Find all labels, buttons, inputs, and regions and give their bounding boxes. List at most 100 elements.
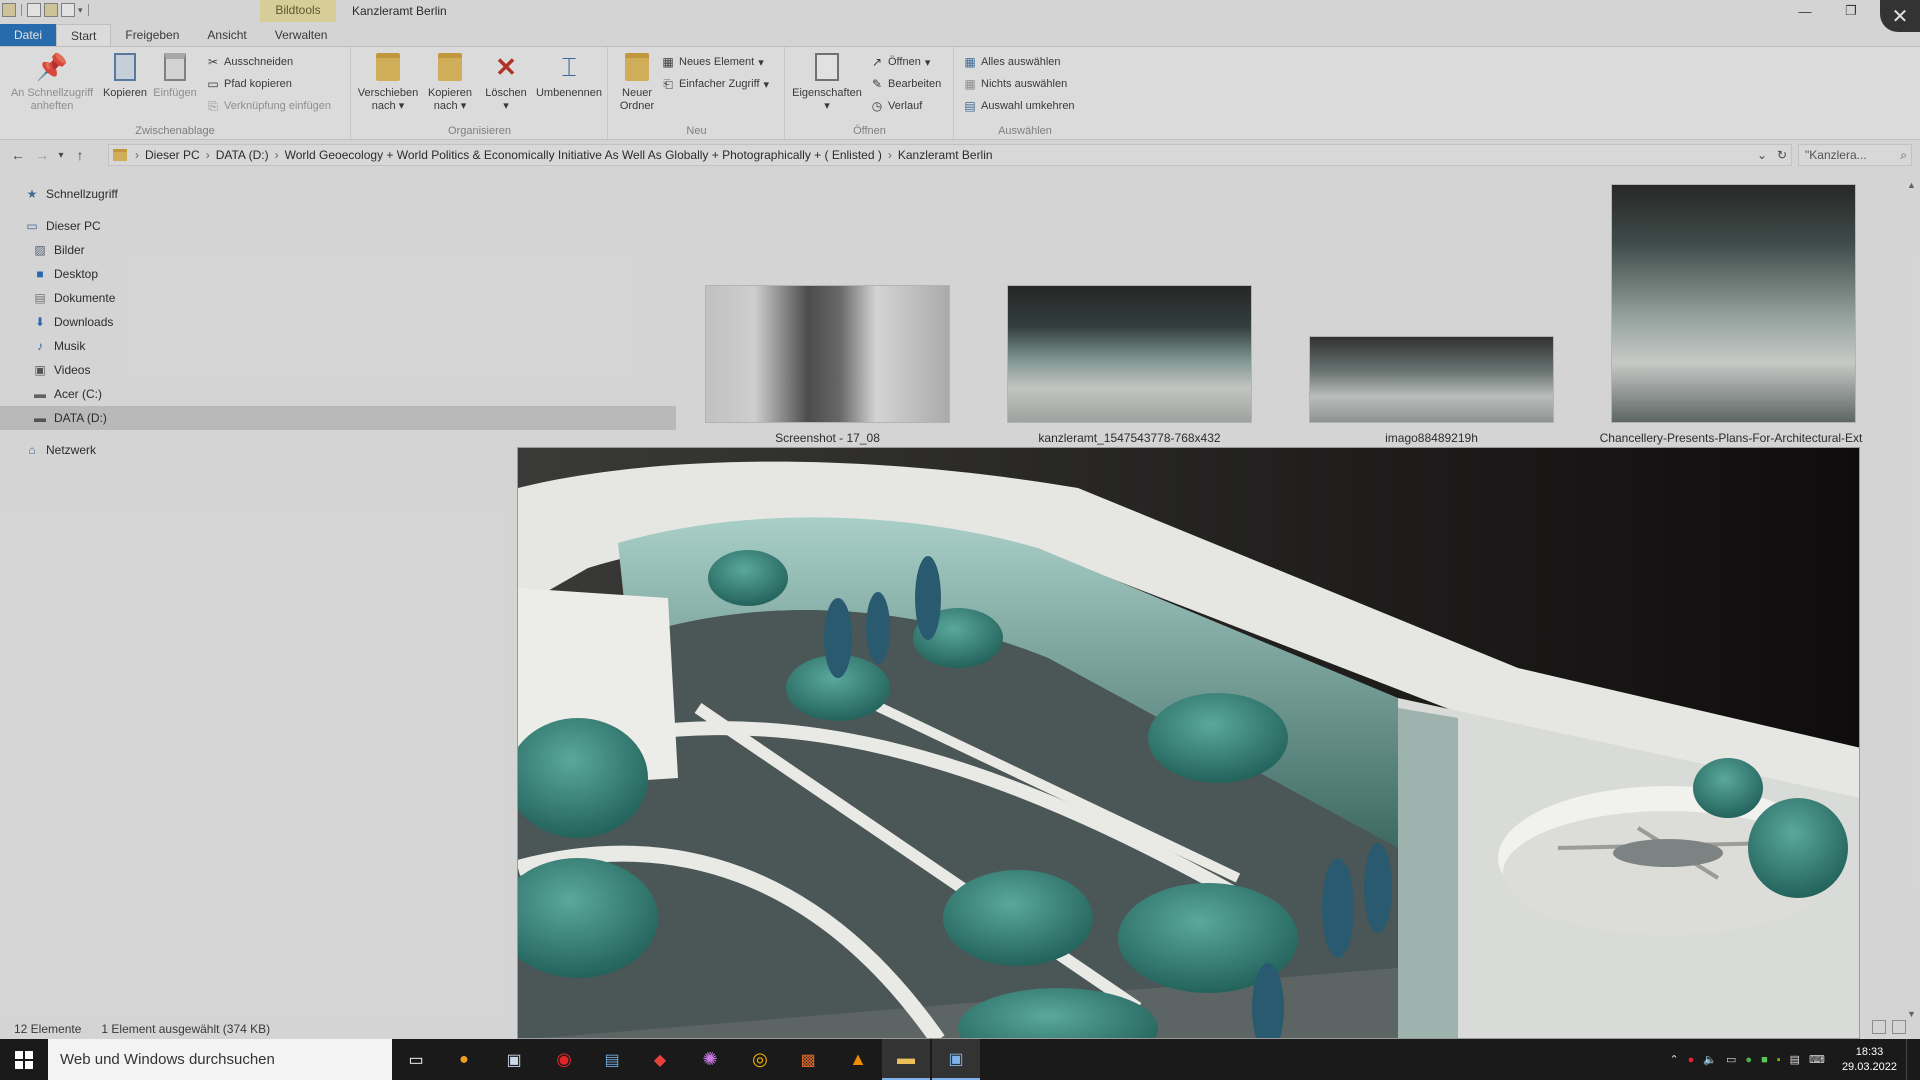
taskbar-app-acrobat[interactable]: ◆ — [636, 1039, 684, 1080]
cut-button[interactable]: ✂ Ausschneiden — [206, 53, 293, 71]
app-icon-files: ▣ — [506, 1051, 522, 1069]
search-input[interactable]: "Kanzlera... ⌕ — [1798, 144, 1912, 166]
file-name: Chancellery-Presents-Plans-For-Architect… — [1599, 431, 1863, 445]
show-desktop-button[interactable] — [1906, 1039, 1912, 1080]
music-note-icon: ♪ — [37, 339, 43, 353]
sidebar-item-network[interactable]: ⌂ Netzwerk — [24, 438, 96, 462]
copy-button[interactable]: Kopieren — [100, 51, 150, 100]
select-all-button[interactable]: ▦ Alles auswählen — [963, 53, 1060, 71]
breadcrumb-parent-folder[interactable]: World Geoecology + World Politics & Econ… — [285, 148, 882, 162]
taskbar-app-opera[interactable]: ◉ — [540, 1039, 588, 1080]
taskbar-app-chrome[interactable]: ◎ — [736, 1039, 784, 1080]
taskbar-app-1[interactable]: ● — [440, 1039, 488, 1080]
rename-button[interactable]: ⌶ Umbenennen — [534, 51, 604, 100]
refresh-icon[interactable]: ↻ — [1777, 148, 1787, 162]
copy-folder-icon — [438, 53, 462, 81]
address-bar[interactable]: › Dieser PC › DATA (D:) › World Geoecolo… — [108, 144, 1792, 166]
scroll-up-icon[interactable]: ▲ — [1903, 176, 1920, 193]
rename-icon[interactable] — [61, 3, 75, 17]
group-open: Eigenschaften ▾ ↗ Öffnen ▾ ✎ Bearbeiten ◷… — [786, 47, 954, 139]
easy-access-button[interactable]: ⎗ Einfacher Zugriff ▾ — [661, 75, 769, 93]
start-button[interactable] — [0, 1039, 48, 1080]
tray-opera-icon[interactable]: ● — [1688, 1054, 1695, 1066]
network-tray-icon[interactable]: ▭ — [1726, 1053, 1736, 1066]
maximize-button[interactable]: ❐ — [1828, 0, 1874, 22]
paste-button[interactable]: Einfügen — [150, 51, 200, 100]
system-clock[interactable]: 18:33 29.03.2022 — [1842, 1045, 1897, 1075]
tab-verwalten[interactable]: Verwalten — [261, 24, 342, 46]
sidebar-item-bilder[interactable]: ▨ Bilder — [32, 238, 84, 262]
chevron-down-icon[interactable]: ▾ — [78, 5, 83, 16]
taskbar-app-vlc[interactable]: ▲ — [834, 1039, 882, 1080]
item-count: 12 Elemente — [14, 1021, 82, 1036]
tab-datei[interactable]: Datei — [0, 24, 57, 46]
notifications-icon[interactable]: ▤ — [1790, 1053, 1800, 1066]
select-none-button[interactable]: ▦ Nichts auswählen — [963, 75, 1067, 93]
image-viewer-icon: ▣ — [948, 1050, 964, 1068]
tray-app-icon-green[interactable]: ● — [1745, 1054, 1752, 1066]
taskbar-app-image-viewer[interactable]: ▣ — [932, 1039, 980, 1080]
back-arrow-icon[interactable]: ← — [6, 147, 30, 163]
properties-icon[interactable] — [27, 3, 41, 17]
paste-shortcut-button[interactable]: ⎘ Verknüpfung einfügen — [206, 97, 331, 115]
file-name: Screenshot - 17_08 — [775, 431, 880, 445]
delete-button[interactable]: ✕ Löschen ▾ — [480, 51, 532, 113]
sidebar-item-dokumente[interactable]: ▤ Dokumente — [32, 286, 115, 310]
new-folder-icon[interactable] — [44, 3, 58, 17]
tray-nvidia-icon[interactable]: ▪ — [1777, 1054, 1781, 1066]
taskbar-app-picasa[interactable]: ✺ — [686, 1039, 734, 1080]
vlc-icon: ▲ — [849, 1049, 867, 1069]
taskbar-app-2[interactable]: ▣ — [490, 1039, 538, 1080]
keyboard-icon[interactable]: ⌨ — [1809, 1053, 1825, 1066]
vertical-scrollbar[interactable]: ▲ ▼ — [1903, 176, 1920, 1022]
group-clipboard: 📌 An Schnellzugriff anheften Kopieren Ei… — [0, 47, 351, 139]
new-folder-button[interactable]: Neuer Ordner — [615, 51, 659, 113]
tab-start[interactable]: Start — [56, 24, 112, 46]
sidebar-item-downloads[interactable]: ⬇ Downloads — [32, 310, 113, 334]
app-icon-orange: ▩ — [800, 1051, 816, 1069]
large-icons-view-icon[interactable] — [1892, 1020, 1906, 1034]
tray-chevron-up-icon[interactable]: ⌃ — [1669, 1053, 1678, 1066]
volume-icon[interactable]: 🔈 — [1703, 1053, 1717, 1066]
breadcrumb-data-drive[interactable]: DATA (D:) — [216, 148, 269, 162]
recent-chevron-icon[interactable]: ▾ — [54, 150, 68, 161]
windows-logo-icon — [15, 1050, 33, 1069]
sidebar-item-musik[interactable]: ♪ Musik — [32, 334, 85, 358]
details-view-icon[interactable] — [1872, 1020, 1886, 1034]
sidebar-item-this-pc[interactable]: ▭ Dieser PC — [24, 214, 100, 238]
copy-to-button[interactable]: Kopieren nach ▾ — [422, 51, 478, 113]
up-arrow-icon[interactable]: ↑ — [68, 147, 92, 163]
taskbar-search-input[interactable]: Web und Windows durchsuchen — [48, 1039, 392, 1080]
open-button[interactable]: ↗ Öffnen ▾ — [870, 53, 930, 71]
taskbar-app-explorer[interactable]: ▬ — [882, 1039, 930, 1080]
breadcrumb-this-pc[interactable]: Dieser PC — [145, 148, 200, 162]
sidebar-item-data-d[interactable]: ▬ DATA (D:) — [0, 406, 676, 430]
drive-icon: ▬ — [34, 411, 46, 425]
documents-icon: ▤ — [34, 291, 46, 305]
forward-arrow-icon[interactable]: → — [30, 147, 54, 163]
move-to-button[interactable]: Verschieben nach ▾ — [356, 51, 420, 113]
computer-icon: ▭ — [26, 219, 38, 233]
tab-ansicht[interactable]: Ansicht — [193, 24, 260, 46]
sidebar-item-quick-access[interactable]: ★ Schnellzugriff — [24, 182, 118, 206]
copy-path-button[interactable]: ▭ Pfad kopieren — [206, 75, 292, 93]
properties-button[interactable]: Eigenschaften ▾ — [790, 51, 864, 113]
sidebar-item-desktop[interactable]: ■ Desktop — [32, 262, 98, 286]
tab-freigeben[interactable]: Freigeben — [111, 24, 193, 46]
invert-selection-button[interactable]: ▤ Auswahl umkehren — [963, 97, 1074, 115]
edit-button[interactable]: ✎ Bearbeiten — [870, 75, 941, 93]
history-button[interactable]: ◷ Verlauf — [870, 97, 923, 115]
address-dropdown-icon[interactable]: ⌄ — [1757, 148, 1767, 162]
taskbar-app-6[interactable]: ▩ — [784, 1039, 832, 1080]
new-item-button[interactable]: ▦ Neues Element ▾ — [661, 53, 763, 71]
minimize-button[interactable]: — — [1782, 0, 1828, 22]
sidebar-item-acer-c[interactable]: ▬ Acer (C:) — [32, 382, 102, 406]
tray-shield-icon[interactable]: ■ — [1761, 1054, 1768, 1066]
copy-icon — [114, 53, 136, 81]
breadcrumb-current-folder[interactable]: Kanzleramt Berlin — [898, 148, 993, 162]
sidebar-item-videos[interactable]: ▣ Videos — [32, 358, 90, 382]
pin-quick-access-button[interactable]: 📌 An Schnellzugriff anheften — [6, 51, 98, 113]
task-view-button[interactable]: ▭ — [392, 1039, 440, 1080]
acrobat-icon: ◆ — [653, 1051, 667, 1069]
taskbar-app-photos[interactable]: ▤ — [588, 1039, 636, 1080]
